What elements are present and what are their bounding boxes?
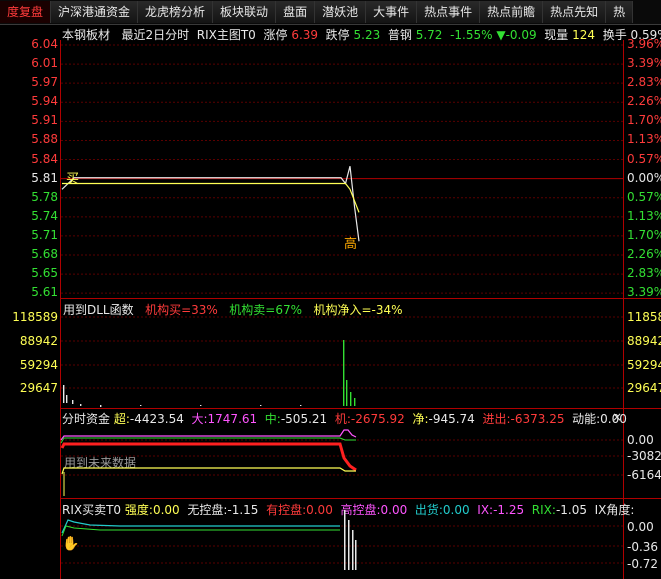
volume-bar <box>300 405 302 406</box>
ix-line <box>61 525 340 537</box>
volume-bar <box>343 340 345 406</box>
rix-line <box>61 519 340 534</box>
volume-bar <box>140 405 142 406</box>
series-line-price <box>61 166 360 242</box>
fund-line-net <box>61 467 356 475</box>
volume-bar <box>63 385 65 403</box>
volume-bar <box>80 404 82 406</box>
volume-bar <box>354 398 356 406</box>
rix-bar <box>355 540 357 570</box>
volume-bar <box>346 380 348 406</box>
volume-bar <box>350 392 352 406</box>
volume-bar <box>66 395 68 403</box>
volume-bar <box>260 405 262 406</box>
rix-bar <box>344 510 346 570</box>
volume-bar <box>200 405 202 406</box>
volume-bar <box>72 400 74 404</box>
fund-line-inst <box>60 442 357 472</box>
sell-mark: 高 <box>344 236 357 252</box>
volume-bar <box>100 405 102 407</box>
rix-bar <box>348 520 350 570</box>
hand-cursor-icon: ✋ <box>62 535 79 552</box>
rix-bar <box>352 530 354 570</box>
buy-mark: 买 <box>66 172 79 187</box>
chart-canvas[interactable]: 买高 ✋ <box>0 0 661 579</box>
